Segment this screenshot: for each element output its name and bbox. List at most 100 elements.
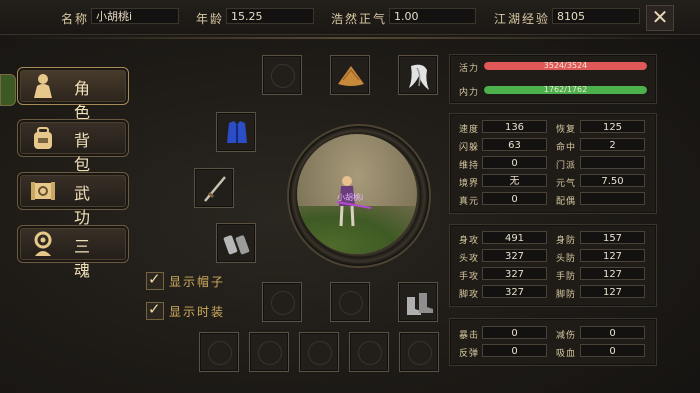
character-icon <box>34 74 52 98</box>
maintain-value: 0 <box>482 156 547 169</box>
righteous-label: 浩然正气 <box>331 12 388 26</box>
hand-def-label: 手防 <box>556 272 577 282</box>
maintain-label: 维持 <box>459 161 480 171</box>
age-label: 年龄 <box>196 12 225 26</box>
mp-label: 内力 <box>459 88 480 98</box>
realm-label: 境界 <box>459 179 480 189</box>
hand-atk-label: 手攻 <box>459 272 480 282</box>
body-atk-value: 491 <box>482 231 547 244</box>
realm-value: 无 <box>482 174 547 187</box>
sword-icon <box>204 176 226 202</box>
dodge-value: 63 <box>482 138 547 151</box>
name-value: 小胡桃i <box>91 8 179 24</box>
menu-martial-button[interactable]: 武功 <box>17 172 129 227</box>
show-hat-label: 显示帽子 <box>169 275 226 289</box>
slot-emblem-icon <box>339 291 363 315</box>
backpack-icon <box>34 127 52 149</box>
reduce-value: 0 <box>580 326 645 339</box>
hand-atk-value: 327 <box>482 267 547 280</box>
equip-slot-boots[interactable] <box>398 282 438 322</box>
slot-emblem-icon <box>358 341 382 365</box>
exp-label: 江湖经验 <box>494 12 551 26</box>
recover-label: 恢复 <box>556 125 577 135</box>
sect-label: 门派 <box>556 161 577 171</box>
checkmark-icon: ✓ <box>148 300 161 318</box>
equip-slot-hat[interactable] <box>330 55 370 95</box>
body-def-label: 身防 <box>556 236 577 246</box>
righteous-value: 1.00 <box>389 8 476 24</box>
yuanqi-value: 7.50 <box>580 174 645 187</box>
yuanqi-label: 元气 <box>556 179 577 189</box>
scroll-icon <box>31 182 55 200</box>
foot-atk-label: 脚攻 <box>459 290 480 300</box>
menu-soul-button[interactable]: 三魂 <box>17 225 129 280</box>
blue-robe-icon <box>227 121 247 143</box>
drain-label: 吸血 <box>556 349 577 359</box>
inventory-slot[interactable] <box>349 332 389 372</box>
drain-value: 0 <box>580 344 645 357</box>
boots-icon <box>407 293 433 315</box>
body-atk-label: 身攻 <box>459 236 480 246</box>
sect-value <box>580 156 645 169</box>
close-icon: ✕ <box>651 5 669 29</box>
character-name-label: 小胡桃i <box>337 193 364 202</box>
wrist-guards-icon <box>223 235 250 255</box>
show-hat-checkbox[interactable]: ✓ <box>146 270 164 290</box>
equip-slot-empty[interactable] <box>262 55 302 95</box>
partner-label: 配偶 <box>556 197 577 207</box>
crit-value: 0 <box>482 326 547 339</box>
selection-marker <box>0 74 16 106</box>
age-value: 15.25 <box>226 8 314 24</box>
equip-slot-empty[interactable] <box>262 282 302 322</box>
hit-label: 命中 <box>556 143 577 153</box>
foot-def-value: 127 <box>580 285 645 298</box>
equip-slot-hair[interactable] <box>398 55 438 95</box>
soul-icon <box>34 231 52 256</box>
menu-character-label: 角色 <box>74 79 103 122</box>
menu-backpack-button[interactable]: 背包 <box>17 119 129 174</box>
hp-label: 活力 <box>459 64 480 74</box>
equip-slot-empty[interactable] <box>330 282 370 322</box>
inventory-slot[interactable] <box>399 332 439 372</box>
equip-slot-wrist[interactable] <box>216 223 256 263</box>
foot-def-label: 脚防 <box>556 290 577 300</box>
slot-emblem-icon <box>208 341 232 365</box>
head-atk-value: 327 <box>482 249 547 262</box>
close-button[interactable]: ✕ <box>646 5 674 31</box>
menu-character-button[interactable]: 角色 <box>17 67 129 122</box>
recover-value: 125 <box>580 120 645 133</box>
mp-value: 1762/1762 <box>543 85 588 94</box>
slot-emblem-icon <box>258 341 282 365</box>
hp-value: 3524/3524 <box>543 61 588 70</box>
menu-soul-label: 三魂 <box>74 237 103 280</box>
head-def-value: 127 <box>580 249 645 262</box>
reflect-value: 0 <box>482 344 547 357</box>
slot-emblem-icon <box>408 341 432 365</box>
slot-emblem-icon <box>271 64 295 88</box>
straw-hat-icon <box>338 66 364 86</box>
head-def-label: 头防 <box>556 254 577 264</box>
show-fashion-label: 显示时装 <box>169 305 226 319</box>
body-def-value: 157 <box>580 231 645 244</box>
zhenyuan-label: 真元 <box>459 197 480 207</box>
reduce-label: 减伤 <box>556 331 577 341</box>
foot-atk-value: 327 <box>482 285 547 298</box>
inventory-slot[interactable] <box>299 332 339 372</box>
hit-value: 2 <box>580 138 645 151</box>
speed-value: 136 <box>482 120 547 133</box>
menu-backpack-label: 背包 <box>74 131 103 174</box>
hand-def-value: 127 <box>580 267 645 280</box>
inventory-slot[interactable] <box>199 332 239 372</box>
equip-slot-armor[interactable] <box>216 112 256 152</box>
divider <box>0 37 700 39</box>
slot-emblem-icon <box>308 341 332 365</box>
speed-label: 速度 <box>459 125 480 135</box>
slot-emblem-icon <box>271 291 295 315</box>
inventory-slot[interactable] <box>249 332 289 372</box>
reflect-label: 反弹 <box>459 349 480 359</box>
exp-value: 8105 <box>552 8 640 24</box>
show-fashion-checkbox[interactable]: ✓ <box>146 300 164 320</box>
partner-value <box>580 192 645 205</box>
equip-slot-weapon[interactable] <box>194 168 234 208</box>
white-hair-icon <box>409 64 429 90</box>
